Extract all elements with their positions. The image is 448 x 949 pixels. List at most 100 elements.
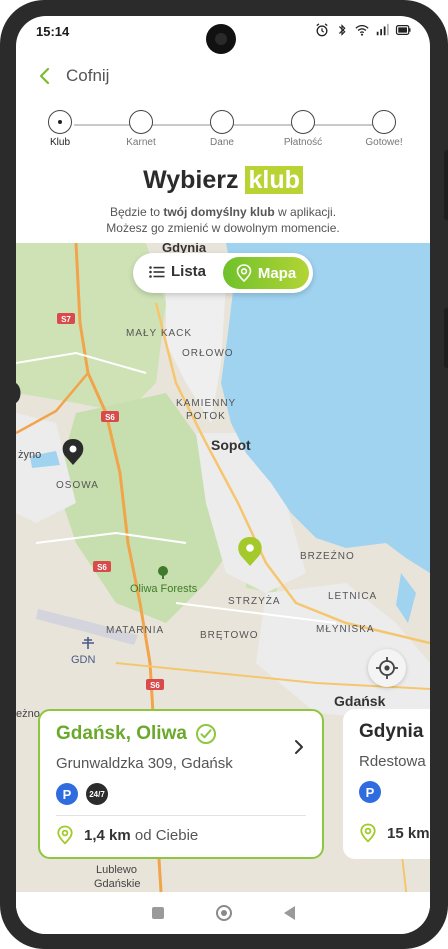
road-shield-label: S6 (150, 681, 160, 690)
step-platnosc: Płatność (263, 110, 343, 148)
check-circle-icon (195, 724, 216, 744)
status-bar: 15:14 (16, 16, 430, 54)
step-dot (129, 110, 153, 134)
map-label: KAMIENNY (176, 398, 236, 409)
title-prefix: Wybierz (143, 166, 239, 194)
page-title: Wybierz klub (16, 166, 430, 195)
step-label: Płatność (283, 137, 323, 148)
map-pin-icon (236, 264, 252, 282)
home-button[interactable] (215, 905, 232, 921)
subtitle-line1-bold: twój domyślny klub (163, 205, 275, 219)
system-nav-bar (16, 892, 430, 934)
club-amenities: P 24/7 (56, 783, 108, 805)
club-name: Gdańsk, Oliwa (56, 723, 187, 744)
my-location-button[interactable] (368, 649, 406, 687)
chevron-left-icon (39, 67, 50, 85)
progress-stepper: Klub Karnet Dane Płatność Gotowe! (16, 110, 430, 154)
power-button (444, 308, 448, 368)
road-shield-label: S7 (61, 315, 71, 324)
status-time: 15:14 (36, 24, 70, 39)
step-dane: Dane (182, 110, 262, 148)
map-label: Gdańsk (334, 693, 386, 709)
map-label: Sopot (211, 437, 251, 453)
step-dot (210, 110, 234, 134)
airport-icon (82, 637, 94, 649)
bluetooth-icon (338, 24, 346, 36)
map-label: MATARNIA (106, 625, 164, 636)
subtitle-line2: Możesz go zmienić w dowolnym momencie. (106, 221, 340, 235)
urban-area (16, 413, 76, 523)
back-nav-button[interactable] (283, 906, 295, 920)
toggle-list[interactable]: Lista (149, 263, 206, 280)
parking-badge: P (359, 781, 381, 803)
club-card-selected[interactable]: Gdańsk, Oliwa Grunwaldzka 309, Gdańsk P … (38, 709, 324, 859)
map-label: GDN (71, 654, 96, 666)
card-divider (56, 815, 306, 816)
toggle-list-label: Lista (171, 263, 207, 280)
view-toggle: Lista Mapa (133, 253, 313, 293)
club-card-next[interactable]: Gdynia Rdestowa P 15 km (343, 709, 430, 859)
phone-frame: 15:14 Cofnij Klub Karnet Dane Płatność G… (0, 0, 448, 949)
club-address: Grunwaldzka 309, Gdańsk (56, 755, 233, 772)
step-label: Dane (210, 137, 234, 148)
map-label: żyno (18, 449, 41, 461)
title-highlight: klub (245, 166, 303, 194)
map-label: OSOWA (56, 480, 99, 491)
step-karnet: Karnet (101, 110, 181, 148)
toggle-map[interactable]: Mapa (223, 257, 309, 289)
status-icons (315, 23, 412, 37)
clubs-map[interactable]: S7 S6 S6 S6 Gdynia MAŁY KACK ORŁOWO KAMI… (16, 243, 430, 908)
page-subtitle: Będzie to twój domyślny klub w aplikacji… (16, 204, 430, 236)
front-camera (206, 24, 236, 54)
distance-value: 1,4 km (84, 826, 131, 844)
map-label: POTOK (186, 411, 226, 422)
map-label: STRZYŻA (228, 594, 281, 607)
map-label: eżno (16, 708, 40, 720)
step-dot (291, 110, 315, 134)
wifi-icon (355, 24, 369, 36)
back-label: Cofnij (66, 66, 110, 85)
map-label: MAŁY KACK (126, 328, 192, 339)
parking-badge: P (56, 783, 78, 805)
club-distance: 15 km (359, 823, 430, 843)
battery-icon (395, 25, 411, 35)
map-label: Gdańskie (94, 878, 140, 890)
step-klub: Klub (20, 110, 100, 148)
step-dot (372, 110, 396, 134)
step-label: Klub (49, 137, 70, 148)
distance-suffix: od Ciebie (134, 826, 199, 844)
subtitle-line1-post: w aplikacji. (274, 205, 337, 219)
alarm-icon (316, 23, 328, 37)
open-247-badge: 24/7 (86, 783, 108, 805)
map-label: Lublewo (96, 864, 137, 876)
step-gotowe: Gotowe! (344, 110, 424, 148)
map-label: LETNICA (328, 591, 377, 602)
back-button[interactable]: Cofnij (38, 65, 109, 87)
club-card-title: Gdańsk, Oliwa (56, 723, 217, 745)
club-amenities: P (359, 781, 381, 803)
club-distance: 1,4 km od Ciebie (56, 825, 198, 845)
signal-icon (376, 23, 389, 36)
distance-value: 15 km (387, 824, 430, 842)
recents-button[interactable] (151, 907, 164, 919)
map-label: ORŁOWO (182, 348, 234, 359)
step-label: Karnet (126, 137, 156, 148)
map-label: MŁYNISKA (316, 624, 375, 635)
road-shield-label: S6 (97, 563, 107, 572)
location-pin-icon (360, 823, 376, 843)
map-label: BRZEŹNO (300, 549, 355, 562)
club-name: Gdynia (359, 721, 424, 742)
harbor-water (396, 573, 416, 623)
volume-button (444, 150, 448, 220)
club-card-title: Gdynia (359, 721, 423, 743)
list-icon (149, 265, 165, 278)
step-dot-active (48, 110, 72, 134)
map-label: BRĘTOWO (200, 630, 258, 641)
crosshair-icon (376, 657, 398, 679)
subtitle-line1-pre: Będzie to (109, 205, 164, 219)
location-pin-icon (57, 825, 73, 845)
road-shield-label: S6 (105, 413, 115, 422)
open-club-button[interactable] (294, 739, 304, 760)
chevron-right-icon (295, 740, 303, 754)
map-label: Oliwa Forests (130, 583, 198, 595)
